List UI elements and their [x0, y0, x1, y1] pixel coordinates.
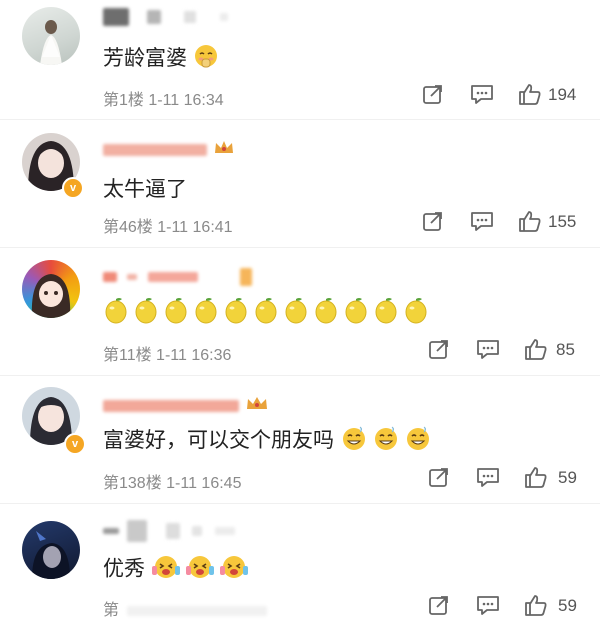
- comment-text: 芳龄富婆: [103, 42, 219, 75]
- comment-text: [103, 296, 433, 330]
- lemon-emoji: [103, 296, 129, 330]
- comment-item: v 太牛逼了 第46楼 1-11 16:41 155: [0, 120, 600, 246]
- comment-item: v 富婆好，可以交个朋友吗 第138楼 1-11 16:45 59: [0, 376, 600, 502]
- reply-icon[interactable]: [470, 210, 494, 237]
- share-icon[interactable]: [428, 338, 450, 365]
- comment-actions: 155: [422, 210, 592, 236]
- floor-time: 第1楼 1-11 16:34: [103, 92, 224, 109]
- avatar[interactable]: [22, 7, 80, 65]
- comment-item: 第11楼 1-11 16:36 85: [0, 248, 600, 374]
- lemon-emoji: [283, 296, 309, 330]
- reply-icon[interactable]: [476, 594, 500, 621]
- cheering-face-emoji-row: [151, 556, 253, 581]
- lemon-emoji: [313, 296, 339, 330]
- drooling-face-emoji-row: [340, 427, 436, 452]
- cheering-face-emoji: [185, 552, 215, 588]
- share-icon[interactable]: [422, 83, 444, 110]
- username-blurred[interactable]: [103, 8, 229, 30]
- cheering-face-emoji: [219, 552, 249, 588]
- share-icon[interactable]: [422, 210, 444, 237]
- avatar[interactable]: [22, 260, 80, 318]
- lemon-emoji: [133, 296, 159, 330]
- thumbs-up-icon[interactable]: [518, 83, 542, 110]
- floor-time: 第138楼 1-11 16:45: [103, 475, 242, 492]
- lemon-emoji: [223, 296, 249, 330]
- lemon-emoji: [253, 296, 279, 330]
- drooling-face-emoji: [340, 424, 368, 458]
- lemon-emoji: [403, 296, 429, 330]
- comment-item: 优秀 第 59: [0, 504, 600, 622]
- verified-badge-icon: v: [62, 177, 84, 199]
- lemon-emoji: [163, 296, 189, 330]
- comment-actions: 194: [422, 83, 592, 109]
- reply-icon[interactable]: [476, 466, 500, 493]
- blush-fan-emoji: [193, 43, 219, 75]
- share-icon[interactable]: [428, 594, 450, 621]
- username-blurred[interactable]: [103, 520, 235, 542]
- thumbs-up-icon[interactable]: [518, 210, 542, 237]
- username-blurred[interactable]: [103, 138, 235, 160]
- thumbs-up-icon[interactable]: [524, 594, 548, 621]
- lemon-emoji-row: [103, 298, 433, 324]
- share-icon[interactable]: [428, 466, 450, 493]
- username-blurred[interactable]: [103, 394, 269, 416]
- reply-icon[interactable]: [470, 83, 494, 110]
- like-count: 59: [558, 596, 577, 615]
- lemon-emoji: [373, 296, 399, 330]
- floor-time: 第11楼 1-11 16:36: [103, 347, 232, 364]
- drooling-face-emoji: [404, 424, 432, 458]
- like-count: 194: [548, 85, 577, 104]
- floor-time: 第: [103, 596, 268, 620]
- floor-time: 第46楼 1-11 16:41: [103, 219, 233, 236]
- lemon-emoji: [343, 296, 369, 330]
- verified-badge-icon: v: [64, 433, 86, 455]
- comment-actions: 85: [428, 338, 598, 364]
- cheering-face-emoji: [151, 552, 181, 588]
- comment-text: 富婆好，可以交个朋友吗: [103, 424, 436, 458]
- thumbs-up-icon[interactable]: [524, 338, 548, 365]
- like-count: 155: [548, 212, 577, 231]
- comment-actions: 59: [428, 594, 598, 620]
- avatar[interactable]: [22, 521, 80, 579]
- reply-icon[interactable]: [476, 338, 500, 365]
- username-blurred[interactable]: [103, 268, 253, 290]
- crown-icon: [213, 138, 235, 161]
- comment-text: 优秀: [103, 552, 253, 588]
- comment-text: 太牛逼了: [103, 178, 187, 201]
- thumbs-up-icon[interactable]: [524, 466, 548, 493]
- lemon-emoji: [193, 296, 219, 330]
- like-count: 85: [556, 340, 575, 359]
- comment-actions: 59: [428, 466, 598, 492]
- like-count: 59: [558, 468, 577, 487]
- drooling-face-emoji: [372, 424, 400, 458]
- comment-item: 芳龄富婆 第1楼 1-11 16:34 194: [0, 0, 600, 118]
- crown-icon: [245, 394, 269, 417]
